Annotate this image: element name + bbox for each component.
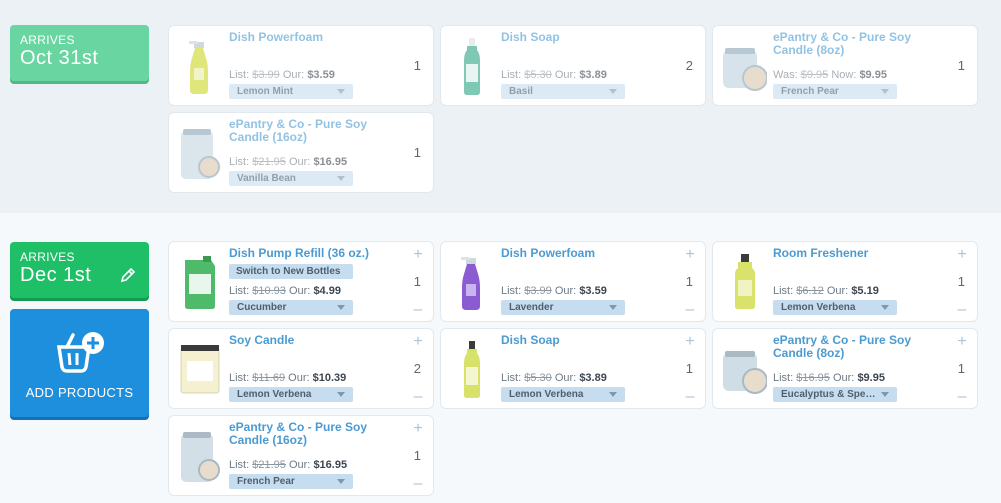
price-line: List: $11.69 Our: $10.39 — [229, 372, 347, 384]
variant-select[interactable]: Vanilla Bean — [229, 171, 353, 186]
product-name[interactable]: Dish Pump Refill (36 oz.) — [229, 247, 399, 260]
price-line: List: $6.12 Our: $5.19 — [773, 285, 879, 297]
price-line: List: $3.99 Our: $3.59 — [229, 69, 335, 81]
product-card-room-freshener: Room Freshener List: $6.12 Our: $5.19 Le… — [712, 241, 978, 322]
spray-bottle-yellow-icon — [189, 41, 208, 94]
decrease-quantity-button[interactable]: – — [954, 302, 970, 318]
product-name[interactable]: Dish Soap — [501, 334, 671, 347]
price-line: List: $21.95 Our: $16.95 — [229, 459, 348, 471]
price-line: List: $16.95 Our: $9.95 — [773, 372, 885, 384]
soy-candle-icon — [180, 345, 220, 394]
price-line: Was: $9.95 Now: $9.95 — [773, 69, 887, 81]
candle-jar-large-icon — [181, 432, 220, 482]
variant-select[interactable]: French Pear — [773, 84, 897, 99]
add-products-button[interactable]: ADD PRODUCTS — [10, 309, 149, 417]
quantity: 2 — [413, 361, 421, 376]
product-card-soy-candle-8oz: ePantry & Co - Pure Soy Candle (8oz) Was… — [712, 25, 978, 106]
decrease-quantity-button[interactable]: – — [682, 302, 698, 318]
price-line: List: $5.30 Our: $3.89 — [501, 69, 607, 81]
candle-jar-large-icon — [181, 129, 220, 179]
price-line: List: $5.30 Our: $3.89 — [501, 372, 607, 384]
variant-select[interactable]: French Pear — [229, 474, 353, 489]
increase-quantity-button[interactable]: + — [410, 334, 426, 350]
decrease-quantity-button[interactable]: – — [410, 389, 426, 405]
arrives-label: ARRIVES — [20, 250, 75, 264]
product-card-soy-candle-16oz: ePantry & Co - Pure Soy Candle (16oz) Li… — [168, 415, 434, 496]
dish-soap-yellow-icon — [464, 341, 480, 398]
variant-select[interactable]: Lemon Verbena — [773, 300, 897, 315]
product-name[interactable]: Soy Candle — [229, 334, 399, 347]
product-card-soy-candle-8oz: ePantry & Co - Pure Soy Candle (8oz) Lis… — [712, 328, 978, 409]
variant-select[interactable]: Eucalyptus & Spe… — [773, 387, 897, 402]
arrival-badge-editable[interactable]: ARRIVES Dec 1st — [10, 242, 149, 298]
product-card-dish-soap: Dish Soap List: $5.30 Our: $3.89 Basil 2 — [440, 25, 706, 106]
decrease-quantity-button[interactable]: – — [410, 476, 426, 492]
quantity: 2 — [685, 58, 693, 73]
delivery-dec-1: ARRIVES Dec 1st ADD PRODUCTS Dish Pump R… — [0, 213, 1001, 503]
increase-quantity-button[interactable]: + — [410, 247, 426, 263]
increase-quantity-button[interactable]: + — [682, 334, 698, 350]
delivery-oct-31: ARRIVES Oct 31st Dish Powerfoam List: $3… — [0, 0, 1001, 213]
product-card-dish-powerfoam: Dish Powerfoam List: $3.99 Our: $3.59 Le… — [168, 25, 434, 106]
variant-select[interactable]: Lemon Verbena — [501, 387, 625, 402]
product-name[interactable]: Dish Powerfoam — [229, 31, 399, 44]
quantity: 1 — [685, 274, 693, 289]
dish-soap-green-icon — [464, 38, 480, 95]
candle-jar-small-icon — [723, 48, 767, 91]
quantity: 1 — [413, 145, 421, 160]
variant-select[interactable]: Cucumber — [229, 300, 353, 315]
variant-select[interactable]: Lemon Verbena — [229, 387, 353, 402]
increase-quantity-button[interactable]: + — [682, 247, 698, 263]
product-name[interactable]: ePantry & Co - Pure Soy Candle (16oz) — [229, 118, 399, 144]
increase-quantity-button[interactable]: + — [954, 247, 970, 263]
quantity: 1 — [957, 58, 965, 73]
product-card-dish-soap: Dish Soap List: $5.30 Our: $3.89 Lemon V… — [440, 328, 706, 409]
price-line: List: $3.99 Our: $3.59 — [501, 285, 607, 297]
quantity: 1 — [413, 274, 421, 289]
variant-select[interactable]: Lemon Mint — [229, 84, 353, 99]
product-card-soy-candle-16oz: ePantry & Co - Pure Soy Candle (16oz) Li… — [168, 112, 434, 193]
refill-pouch-icon — [185, 256, 215, 309]
product-card-soy-candle: Soy Candle List: $11.69 Our: $10.39 Lemo… — [168, 328, 434, 409]
candle-jar-small-icon — [723, 351, 767, 394]
decrease-quantity-button[interactable]: – — [682, 389, 698, 405]
spray-bottle-purple-icon — [461, 257, 480, 310]
increase-quantity-button[interactable]: + — [410, 421, 426, 437]
price-line: List: $21.95 Our: $16.95 — [229, 156, 348, 168]
arrival-date: Oct 31st — [20, 47, 99, 69]
product-name[interactable]: ePantry & Co - Pure Soy Candle (8oz) — [773, 334, 943, 360]
room-spray-icon — [735, 254, 755, 309]
increase-quantity-button[interactable]: + — [954, 334, 970, 350]
product-name[interactable]: ePantry & Co - Pure Soy Candle (16oz) — [229, 421, 399, 447]
pencil-icon[interactable] — [119, 266, 137, 284]
variant-select[interactable]: Basil — [501, 84, 625, 99]
product-card-dish-powerfoam: Dish Powerfoam List: $3.99 Our: $3.59 La… — [440, 241, 706, 322]
product-name[interactable]: Room Freshener — [773, 247, 943, 260]
quantity: 1 — [685, 361, 693, 376]
decrease-quantity-button[interactable]: – — [954, 389, 970, 405]
quantity: 1 — [957, 274, 965, 289]
quantity: 1 — [413, 448, 421, 463]
arrives-label: ARRIVES — [20, 33, 75, 47]
decrease-quantity-button[interactable]: – — [410, 302, 426, 318]
quantity: 1 — [957, 361, 965, 376]
arrival-badge: ARRIVES Oct 31st — [10, 25, 149, 81]
quantity: 1 — [413, 58, 421, 73]
add-products-label: ADD PRODUCTS — [25, 385, 134, 400]
product-card-dish-pump-refill: Dish Pump Refill (36 oz.) Switch to New … — [168, 241, 434, 322]
product-name[interactable]: ePantry & Co - Pure Soy Candle (8oz) — [773, 31, 943, 57]
basket-add-icon — [56, 332, 104, 373]
product-name[interactable]: Dish Powerfoam — [501, 247, 671, 260]
price-line: List: $10.93 Our: $4.99 — [229, 285, 341, 297]
product-name[interactable]: Dish Soap — [501, 31, 671, 44]
variant-select[interactable]: Lavender — [501, 300, 625, 315]
switch-to-new-bottles-button[interactable]: Switch to New Bottles — [229, 264, 353, 279]
